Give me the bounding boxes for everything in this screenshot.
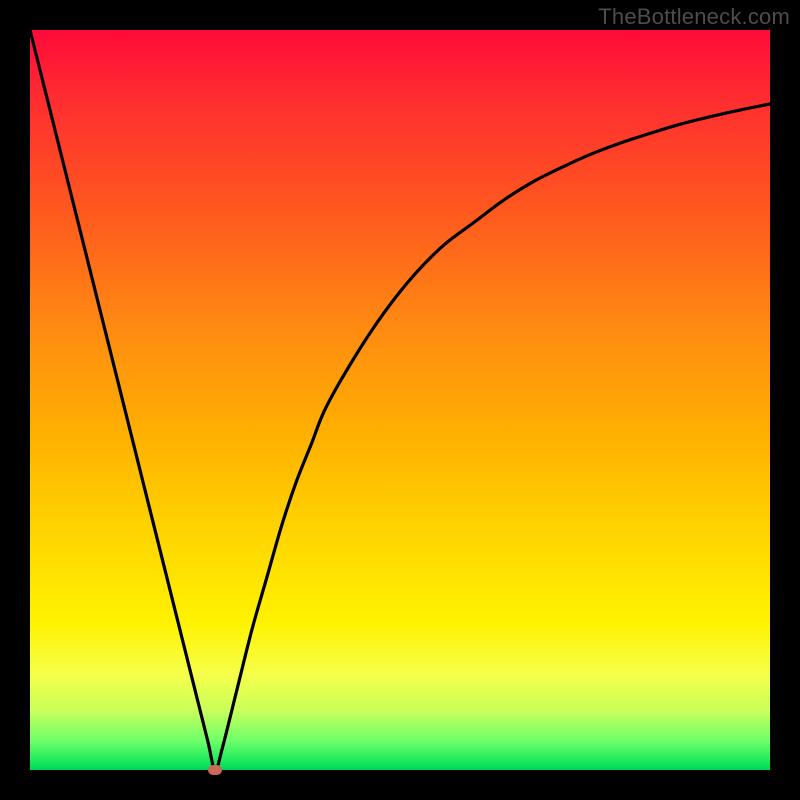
watermark-text: TheBottleneck.com <box>598 4 790 30</box>
plot-area <box>30 30 770 770</box>
curve-layer <box>30 30 770 770</box>
bottleneck-curve <box>30 30 770 770</box>
chart-frame: TheBottleneck.com <box>0 0 800 800</box>
minimum-marker <box>208 765 222 775</box>
